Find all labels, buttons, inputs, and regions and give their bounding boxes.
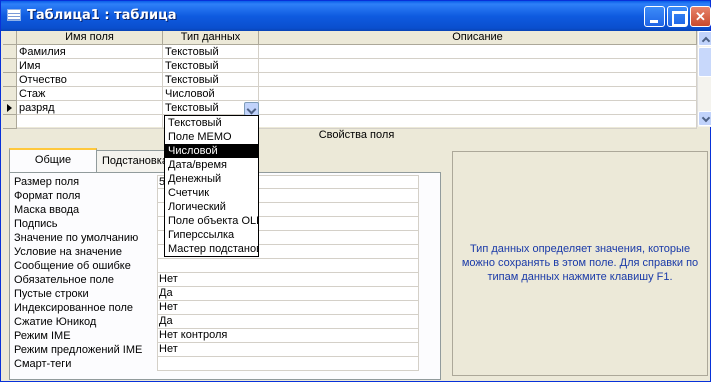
minimize-button[interactable] [644, 6, 665, 27]
data-type-cell[interactable]: Текстовый [163, 73, 259, 87]
data-type-cell[interactable]: Текстовый [163, 59, 259, 73]
property-label: Размер поля [14, 176, 80, 188]
window-title: Таблица1 : таблица [27, 8, 177, 23]
dropdown-option[interactable]: Счетчик [165, 186, 258, 200]
property-label: Маска ввода [14, 204, 80, 216]
description-cell[interactable] [259, 73, 697, 87]
property-label: Значение по умолчанию [14, 232, 139, 244]
property-row: Смарт-теги [14, 357, 428, 371]
column-header-data-type: Тип данных [163, 31, 259, 45]
field-name-cell[interactable]: разряд [17, 101, 163, 115]
property-row: Сообщение об ошибке [14, 259, 428, 273]
dropdown-option[interactable]: Дата/время [165, 158, 258, 172]
dropdown-option[interactable]: Поле MEMO [165, 130, 258, 144]
property-row: Режим IME Нет контроля [14, 329, 428, 343]
field-name-cell[interactable]: Имя [17, 59, 163, 73]
property-row: Режим предложений IME Нет [14, 343, 428, 357]
description-cell[interactable] [259, 45, 697, 59]
property-value-field[interactable]: Нет [157, 301, 419, 315]
help-text: Тип данных определяет значения, которые … [461, 243, 699, 283]
property-label: Режим IME [14, 330, 71, 342]
property-label: Обязательное поле [14, 274, 115, 286]
data-type-cell[interactable]: Числовой [163, 87, 259, 101]
maximize-button[interactable] [667, 6, 688, 27]
dropdown-option[interactable]: Гиперссылка [165, 228, 258, 242]
property-row: Обязательное поле Нет [14, 273, 428, 287]
dropdown-option[interactable]: Логический [165, 200, 258, 214]
description-cell[interactable] [259, 115, 697, 129]
grid-corner [3, 31, 17, 45]
column-header-field-name: Имя поля [17, 31, 163, 45]
field-name-cell[interactable]: Стаж [17, 87, 163, 101]
dropdown-option[interactable]: Денежный [165, 172, 258, 186]
row-selector[interactable] [3, 115, 17, 129]
description-cell[interactable] [259, 59, 697, 73]
property-value-field[interactable]: Нет [157, 343, 419, 357]
tab-general[interactable]: Общие [9, 148, 97, 172]
field-name-cell[interactable]: Отчество [17, 73, 163, 87]
scroll-thumb[interactable] [698, 47, 711, 77]
property-label: Формат поля [14, 190, 81, 202]
property-label: Индексированное поле [14, 302, 133, 314]
field-name-cell[interactable]: Фамилия [17, 45, 163, 59]
dropdown-option[interactable]: Текстовый [165, 116, 258, 130]
property-label: Смарт-теги [14, 358, 72, 370]
scroll-up-icon[interactable] [698, 31, 711, 46]
data-type-cell[interactable]: Текстовый [163, 45, 259, 59]
help-panel: Тип данных определяет значения, которые … [452, 151, 708, 376]
property-label: Сообщение об ошибке [14, 260, 131, 272]
title-bar[interactable]: Таблица1 : таблица ✕ [1, 1, 711, 31]
dropdown-option-selected[interactable]: Числовой [165, 144, 258, 158]
property-value-field[interactable]: Да [157, 287, 419, 301]
tab-lookup[interactable]: Подстановка [95, 150, 175, 172]
property-row: Пустые строки Да [14, 287, 428, 301]
data-type-dropdown-list: Текстовый Поле MEMO Числовой Дата/время … [164, 115, 259, 257]
dropdown-option[interactable]: Мастер подстановок [165, 242, 258, 256]
property-label: Условие на значение [14, 246, 123, 258]
table-design-window: Таблица1 : таблица ✕ Имя поля Тип данных… [0, 0, 711, 382]
data-type-dropdown-button[interactable] [244, 102, 259, 116]
current-row-arrow-icon [7, 104, 12, 112]
row-selector[interactable] [3, 45, 17, 59]
grid-vertical-scrollbar[interactable] [697, 31, 711, 127]
field-properties-caption: Свойства поля [318, 129, 395, 141]
column-header-description: Описание [259, 31, 697, 45]
property-label: Режим предложений IME [14, 344, 143, 356]
description-cell[interactable] [259, 101, 697, 115]
table-icon [7, 9, 21, 21]
property-value-field[interactable]: Нет контроля [157, 329, 419, 343]
property-label: Сжатие Юникод [14, 316, 97, 328]
close-button[interactable]: ✕ [690, 6, 711, 27]
property-value-field[interactable]: Нет [157, 273, 419, 287]
dropdown-option[interactable]: Поле объекта OLE [165, 214, 258, 228]
description-cell[interactable] [259, 87, 697, 101]
row-selector[interactable] [3, 73, 17, 87]
property-row: Индексированное поле Нет [14, 301, 428, 315]
field-name-cell[interactable] [17, 115, 163, 129]
row-selector[interactable] [3, 59, 17, 73]
property-label: Подпись [14, 218, 58, 230]
property-value-field[interactable] [157, 259, 419, 273]
scroll-down-icon[interactable] [698, 111, 711, 126]
property-label: Пустые строки [14, 288, 89, 300]
current-row-selector[interactable] [3, 101, 17, 115]
property-value-field[interactable] [157, 357, 419, 371]
property-value-field[interactable]: Да [157, 315, 419, 329]
field-grid: Имя поля Тип данных Описание Фамилия Тек… [3, 31, 697, 129]
row-selector[interactable] [3, 87, 17, 101]
property-row: Сжатие Юникод Да [14, 315, 428, 329]
